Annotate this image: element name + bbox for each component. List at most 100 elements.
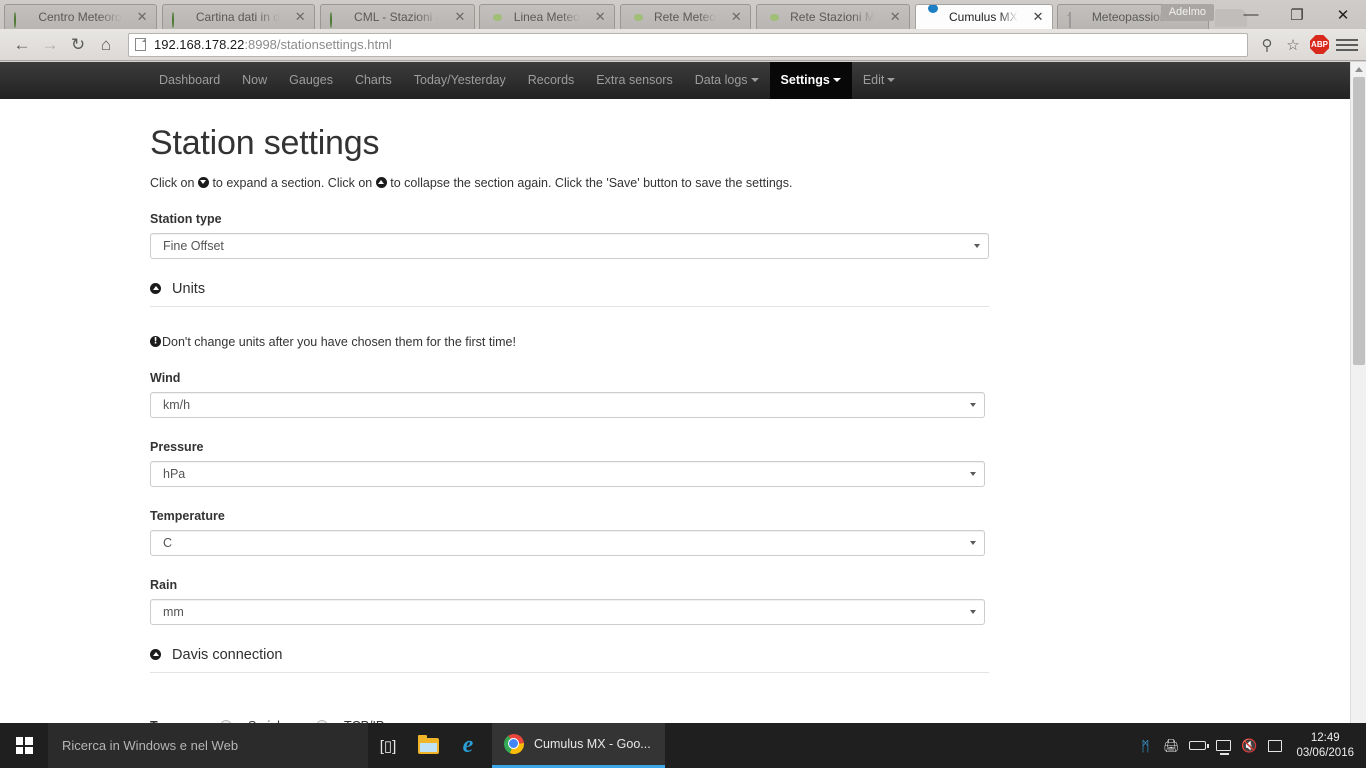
chrome-menu-icon[interactable]	[1336, 38, 1358, 51]
intro-text-part-1: Click on	[150, 176, 195, 190]
nav-item-gauges[interactable]: Gauges	[278, 62, 344, 99]
bookmark-star-icon[interactable]: ☆	[1280, 32, 1306, 58]
internet-explorer-icon: e	[462, 732, 474, 758]
nav-item-label: Settings	[780, 73, 830, 87]
wind-unit-select[interactable]: km/h	[150, 392, 985, 418]
tab-title: CML - Stazioni -	[354, 10, 440, 24]
windows-taskbar: Ricerca in Windows e nel Web [▯] e Cumul…	[0, 723, 1366, 768]
chevron-down-icon	[970, 610, 976, 614]
action-center-glyph	[1268, 739, 1283, 752]
browser-tab[interactable]: Centro Meteoro ✕	[4, 4, 158, 29]
units-warning-text: Don't change units after you have chosen…	[162, 335, 516, 349]
clock-time: 12:49	[1310, 732, 1340, 744]
nav-item-charts[interactable]: Charts	[344, 62, 403, 99]
browser-tab[interactable]: Linea Meteo ✕	[479, 4, 616, 29]
nav-item-extra-sensors[interactable]: Extra sensors	[585, 62, 683, 99]
nav-item-label: Data logs	[694, 73, 748, 87]
section-header-davis-connection[interactable]: Davis connection	[150, 647, 989, 673]
page-info-icon[interactable]	[135, 38, 146, 51]
station-type-select[interactable]: Fine Offset	[150, 233, 989, 259]
tab-title: Cumulus MX	[948, 10, 1018, 24]
network-glyph	[1215, 740, 1231, 755]
internet-explorer-button[interactable]: e	[448, 723, 488, 768]
temperature-unit-value: C	[163, 536, 173, 550]
section-header-units[interactable]: Units	[150, 281, 989, 307]
bluetooth-icon[interactable]: ᛗ	[1132, 723, 1158, 768]
circle-arrow-up-icon	[375, 177, 387, 188]
tab-title: Rete Stazioni M	[790, 10, 875, 24]
battery-icon[interactable]	[1184, 723, 1210, 768]
chevron-down-icon	[974, 244, 980, 248]
volume-muted-icon[interactable]: 🔇	[1236, 723, 1262, 768]
taskbar-search-input[interactable]: Ricerca in Windows e nel Web	[48, 723, 368, 768]
circle-arrow-down-icon[interactable]	[150, 649, 161, 660]
nav-item-label: Edit	[862, 73, 885, 87]
forward-icon[interactable]: →	[36, 32, 64, 58]
clock-date: 03/06/2016	[1296, 747, 1354, 759]
address-bar[interactable]: 192.168.178.22:8998/stationsettings.html	[128, 32, 1248, 57]
action-center-icon[interactable]	[1262, 723, 1288, 768]
pressure-unit-select[interactable]: hPa	[150, 461, 985, 487]
page-scrollbar[interactable]	[1350, 62, 1366, 723]
tab-close-icon[interactable]: ✕	[1030, 5, 1046, 29]
tab-close-icon[interactable]: ✕	[887, 5, 903, 29]
nav-item-edit[interactable]: Edit	[852, 62, 907, 99]
circle-arrow-down-icon[interactable]	[150, 283, 161, 294]
nav-item-settings[interactable]: Settings	[769, 62, 852, 99]
temperature-unit-select[interactable]: C	[150, 530, 985, 556]
browser-toolbar: ← → ↻ ⌂ 192.168.178.22:8998/stationsetti…	[0, 29, 1366, 61]
close-window-button[interactable]: ✕	[1320, 0, 1366, 29]
nav-item-records[interactable]: Records	[517, 62, 586, 99]
chevron-down-icon	[970, 472, 976, 476]
browser-tab-active[interactable]: Cumulus MX ✕	[914, 4, 1054, 29]
chrome-icon	[504, 734, 524, 754]
globe-icon	[766, 8, 782, 24]
nav-item-today-yesterday[interactable]: Today/Yesterday	[403, 62, 517, 99]
file-explorer-button[interactable]	[408, 723, 448, 768]
units-warning: Don't change units after you have chosen…	[150, 335, 1216, 349]
taskbar-clock[interactable]: 12:49 03/06/2016	[1288, 730, 1366, 761]
nav-item-data-logs[interactable]: Data logs	[684, 62, 770, 99]
intro-text: Click on to expand a section. Click on t…	[150, 176, 1216, 190]
chevron-down-icon	[887, 78, 896, 82]
bluetooth-glyph: ᛗ	[1141, 737, 1150, 754]
browser-tab[interactable]: Rete Meteo ✕	[619, 4, 752, 29]
maximize-button[interactable]: ❐	[1274, 0, 1320, 29]
browser-tab[interactable]: Rete Stazioni M ✕	[755, 4, 911, 29]
printer-icon[interactable]: 🖨	[1158, 723, 1184, 768]
profile-name-chip[interactable]: Adelmo	[1160, 4, 1214, 21]
tab-close-icon[interactable]: ✕	[134, 5, 150, 29]
reload-icon[interactable]: ↻	[64, 32, 92, 58]
page-viewport: Dashboard Now Gauges Charts Today/Yester…	[0, 62, 1366, 723]
scrollbar-thumb[interactable]	[1353, 77, 1365, 365]
tab-close-icon[interactable]: ✕	[728, 5, 744, 29]
minimize-button[interactable]: —	[1228, 0, 1274, 29]
tab-close-icon[interactable]: ✕	[452, 5, 468, 29]
tab-title: Rete Meteo	[653, 10, 716, 24]
chevron-down-icon	[832, 78, 841, 82]
adblock-plus-icon[interactable]: ABP	[1310, 35, 1329, 54]
url-path: :8998/stationsettings.html	[244, 37, 392, 52]
section-title: Davis connection	[172, 647, 283, 663]
back-icon[interactable]: ←	[8, 32, 36, 58]
document-icon	[1067, 8, 1083, 28]
tab-close-icon[interactable]: ✕	[592, 5, 608, 29]
nav-item-dashboard[interactable]: Dashboard	[148, 62, 231, 99]
tab-close-icon[interactable]: ✕	[292, 5, 308, 29]
home-icon[interactable]: ⌂	[92, 32, 120, 58]
browser-tab[interactable]: Cartina dati in d ✕	[161, 4, 316, 29]
file-explorer-icon	[417, 734, 439, 754]
circle-exclamation-icon	[150, 336, 161, 347]
task-view-button[interactable]: [▯]	[368, 723, 408, 768]
network-icon[interactable]	[1210, 723, 1236, 768]
start-button[interactable]	[0, 723, 48, 768]
zoom-out-icon[interactable]: ⚲	[1254, 32, 1280, 58]
section-title: Units	[172, 281, 206, 297]
scroll-up-arrow-icon[interactable]	[1351, 62, 1366, 76]
nav-item-now[interactable]: Now	[231, 62, 278, 99]
taskbar-chrome-window-button[interactable]: Cumulus MX - Goo...	[492, 723, 665, 768]
rain-unit-select[interactable]: mm	[150, 599, 985, 625]
browser-tab[interactable]: CML - Stazioni - ✕	[319, 4, 475, 29]
tab-title: Centro Meteoro	[38, 10, 122, 24]
cloud-icon	[925, 8, 941, 24]
